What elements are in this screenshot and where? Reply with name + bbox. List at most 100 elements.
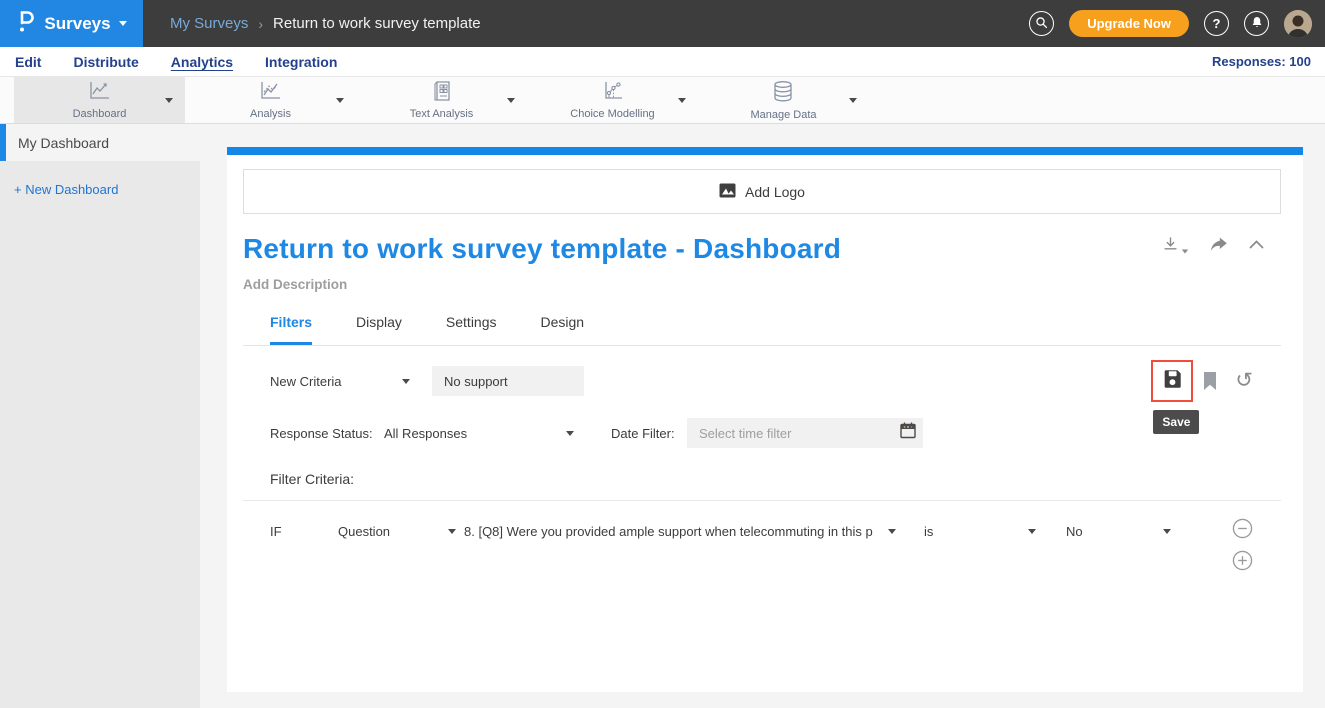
new-dashboard-button[interactable]: + New Dashboard — [14, 182, 200, 197]
date-filter-label: Date Filter: — [611, 426, 687, 441]
if-label: IF — [270, 524, 338, 539]
date-filter-placeholder: Select time filter — [699, 426, 791, 441]
breadcrumb-separator: › — [258, 16, 263, 32]
toolbar-label: Manage Data — [750, 109, 816, 121]
criteria-name-input[interactable] — [432, 366, 584, 396]
topbar-actions: Upgrade Now ? — [1029, 0, 1312, 47]
chevron-down-icon — [1182, 250, 1188, 254]
tab-design[interactable]: Design — [541, 314, 585, 345]
card-accent-bar — [227, 147, 1303, 155]
add-description-field[interactable]: Add Description — [243, 277, 1281, 292]
date-filter-input[interactable]: Select time filter — [687, 418, 923, 448]
scatter-chart-icon — [600, 80, 625, 107]
save-button-highlight[interactable] — [1151, 360, 1193, 402]
collapse-button[interactable] — [1248, 239, 1265, 250]
toolbar-label: Text Analysis — [410, 108, 474, 120]
chevron-down-icon — [888, 529, 896, 534]
remove-criteria-button[interactable] — [1232, 518, 1253, 539]
dashboard-tabs: Filters Display Settings Design — [243, 314, 1281, 346]
chevron-down-icon — [402, 379, 410, 384]
search-icon — [1035, 16, 1048, 32]
toolbar-text-analysis[interactable]: Text Analysis — [356, 77, 527, 123]
toolbar-choice-modelling[interactable]: Choice Modelling — [527, 77, 698, 123]
line-chart-icon — [87, 80, 112, 107]
breadcrumb-current-survey: Return to work survey template — [273, 15, 481, 32]
answer-value: No — [1066, 524, 1083, 539]
add-criteria-button[interactable] — [1232, 550, 1253, 571]
field-type-value: Question — [338, 524, 390, 539]
breadcrumb-my-surveys[interactable]: My Surveys — [170, 15, 248, 32]
chevron-down-icon — [566, 431, 574, 436]
tab-integration[interactable]: Integration — [265, 54, 337, 70]
response-status-value: All Responses — [384, 426, 467, 441]
toolbar-analysis[interactable]: Analysis — [185, 77, 356, 123]
save-tooltip: Save — [1153, 410, 1199, 434]
document-icon — [431, 80, 453, 107]
toolbar-label: Analysis — [250, 108, 291, 120]
chevron-down-icon[interactable] — [507, 98, 515, 103]
reset-icon[interactable]: ↺ — [1235, 371, 1253, 391]
tab-analytics[interactable]: Analytics — [171, 54, 233, 70]
tab-edit[interactable]: Edit — [15, 54, 41, 70]
chevron-down-icon[interactable] — [849, 98, 857, 103]
calendar-icon — [900, 422, 916, 444]
breadcrumb: My Surveys › Return to work survey templ… — [170, 15, 481, 32]
page-title[interactable]: Return to work survey template - Dashboa… — [243, 233, 1281, 265]
dashboard-card: Add Logo Return to work survey template … — [227, 147, 1303, 692]
toolbar-dashboard[interactable]: Dashboard — [14, 77, 185, 123]
tab-filters[interactable]: Filters — [270, 314, 312, 345]
tab-display[interactable]: Display — [356, 314, 402, 345]
dashboard-sidebar: My Dashboard + New Dashboard — [0, 124, 200, 708]
avatar[interactable] — [1284, 10, 1312, 38]
bookmark-button[interactable] — [1202, 371, 1218, 391]
filter-criteria-label: Filter Criteria: — [270, 471, 1281, 487]
chevron-down-icon — [119, 21, 127, 26]
bell-icon — [1251, 16, 1263, 32]
analytics-toolbar: Dashboard Analysis Text Analysis Choice … — [0, 76, 1325, 124]
topbar: Surveys My Surveys › Return to work surv… — [0, 0, 1325, 47]
notifications-button[interactable] — [1244, 11, 1269, 36]
sidebar-item-label: My Dashboard — [18, 135, 109, 151]
help-button[interactable]: ? — [1204, 11, 1229, 36]
dashboard-content: Add Logo Return to work survey template … — [200, 124, 1325, 708]
database-icon — [771, 80, 795, 108]
filter-actions: ↺ Save — [1151, 360, 1253, 402]
app-logo[interactable]: Surveys — [0, 0, 143, 47]
operator-dropdown[interactable]: is — [924, 524, 1036, 539]
field-type-dropdown[interactable]: Question — [338, 524, 456, 539]
upgrade-now-button[interactable]: Upgrade Now — [1069, 10, 1189, 37]
questionpro-logo-icon — [16, 9, 36, 39]
operator-value: is — [924, 524, 933, 539]
product-switcher-label: Surveys — [44, 14, 110, 34]
search-button[interactable] — [1029, 11, 1054, 36]
image-icon — [719, 183, 736, 201]
share-button[interactable] — [1208, 236, 1229, 254]
download-button[interactable] — [1161, 235, 1189, 254]
criteria-row: IF Question 8. [Q8] Were you provided am… — [243, 518, 1281, 544]
question-mark-icon: ? — [1213, 16, 1221, 31]
toolbar-manage-data[interactable]: Manage Data — [698, 77, 869, 123]
response-status-label: Response Status: — [270, 426, 384, 441]
toolbar-label: Dashboard — [73, 108, 127, 120]
tab-settings[interactable]: Settings — [446, 314, 497, 345]
chevron-down-icon — [448, 529, 456, 534]
line-chart-icon — [258, 80, 283, 107]
criteria-type-dropdown[interactable]: New Criteria — [270, 374, 410, 389]
add-logo-button[interactable]: Add Logo — [243, 169, 1281, 214]
toolbar-label: Choice Modelling — [570, 108, 654, 120]
response-status-dropdown[interactable]: All Responses — [384, 426, 574, 441]
survey-subnav: Edit Distribute Analytics Integration Re… — [0, 47, 1325, 76]
tab-distribute[interactable]: Distribute — [73, 54, 138, 70]
sidebar-item-my-dashboard[interactable]: My Dashboard — [0, 124, 200, 161]
answer-dropdown[interactable]: No — [1066, 524, 1171, 539]
responses-count[interactable]: Responses: 100 — [1212, 54, 1311, 69]
question-value: 8. [Q8] Were you provided ample support … — [464, 524, 874, 539]
chevron-down-icon[interactable] — [165, 98, 173, 103]
chevron-down-icon — [1028, 529, 1036, 534]
criteria-type-value: New Criteria — [270, 374, 342, 389]
chevron-down-icon — [1163, 529, 1171, 534]
chevron-down-icon[interactable] — [336, 98, 344, 103]
question-dropdown[interactable]: 8. [Q8] Were you provided ample support … — [464, 524, 896, 539]
save-icon — [1161, 368, 1183, 395]
chevron-down-icon[interactable] — [678, 98, 686, 103]
